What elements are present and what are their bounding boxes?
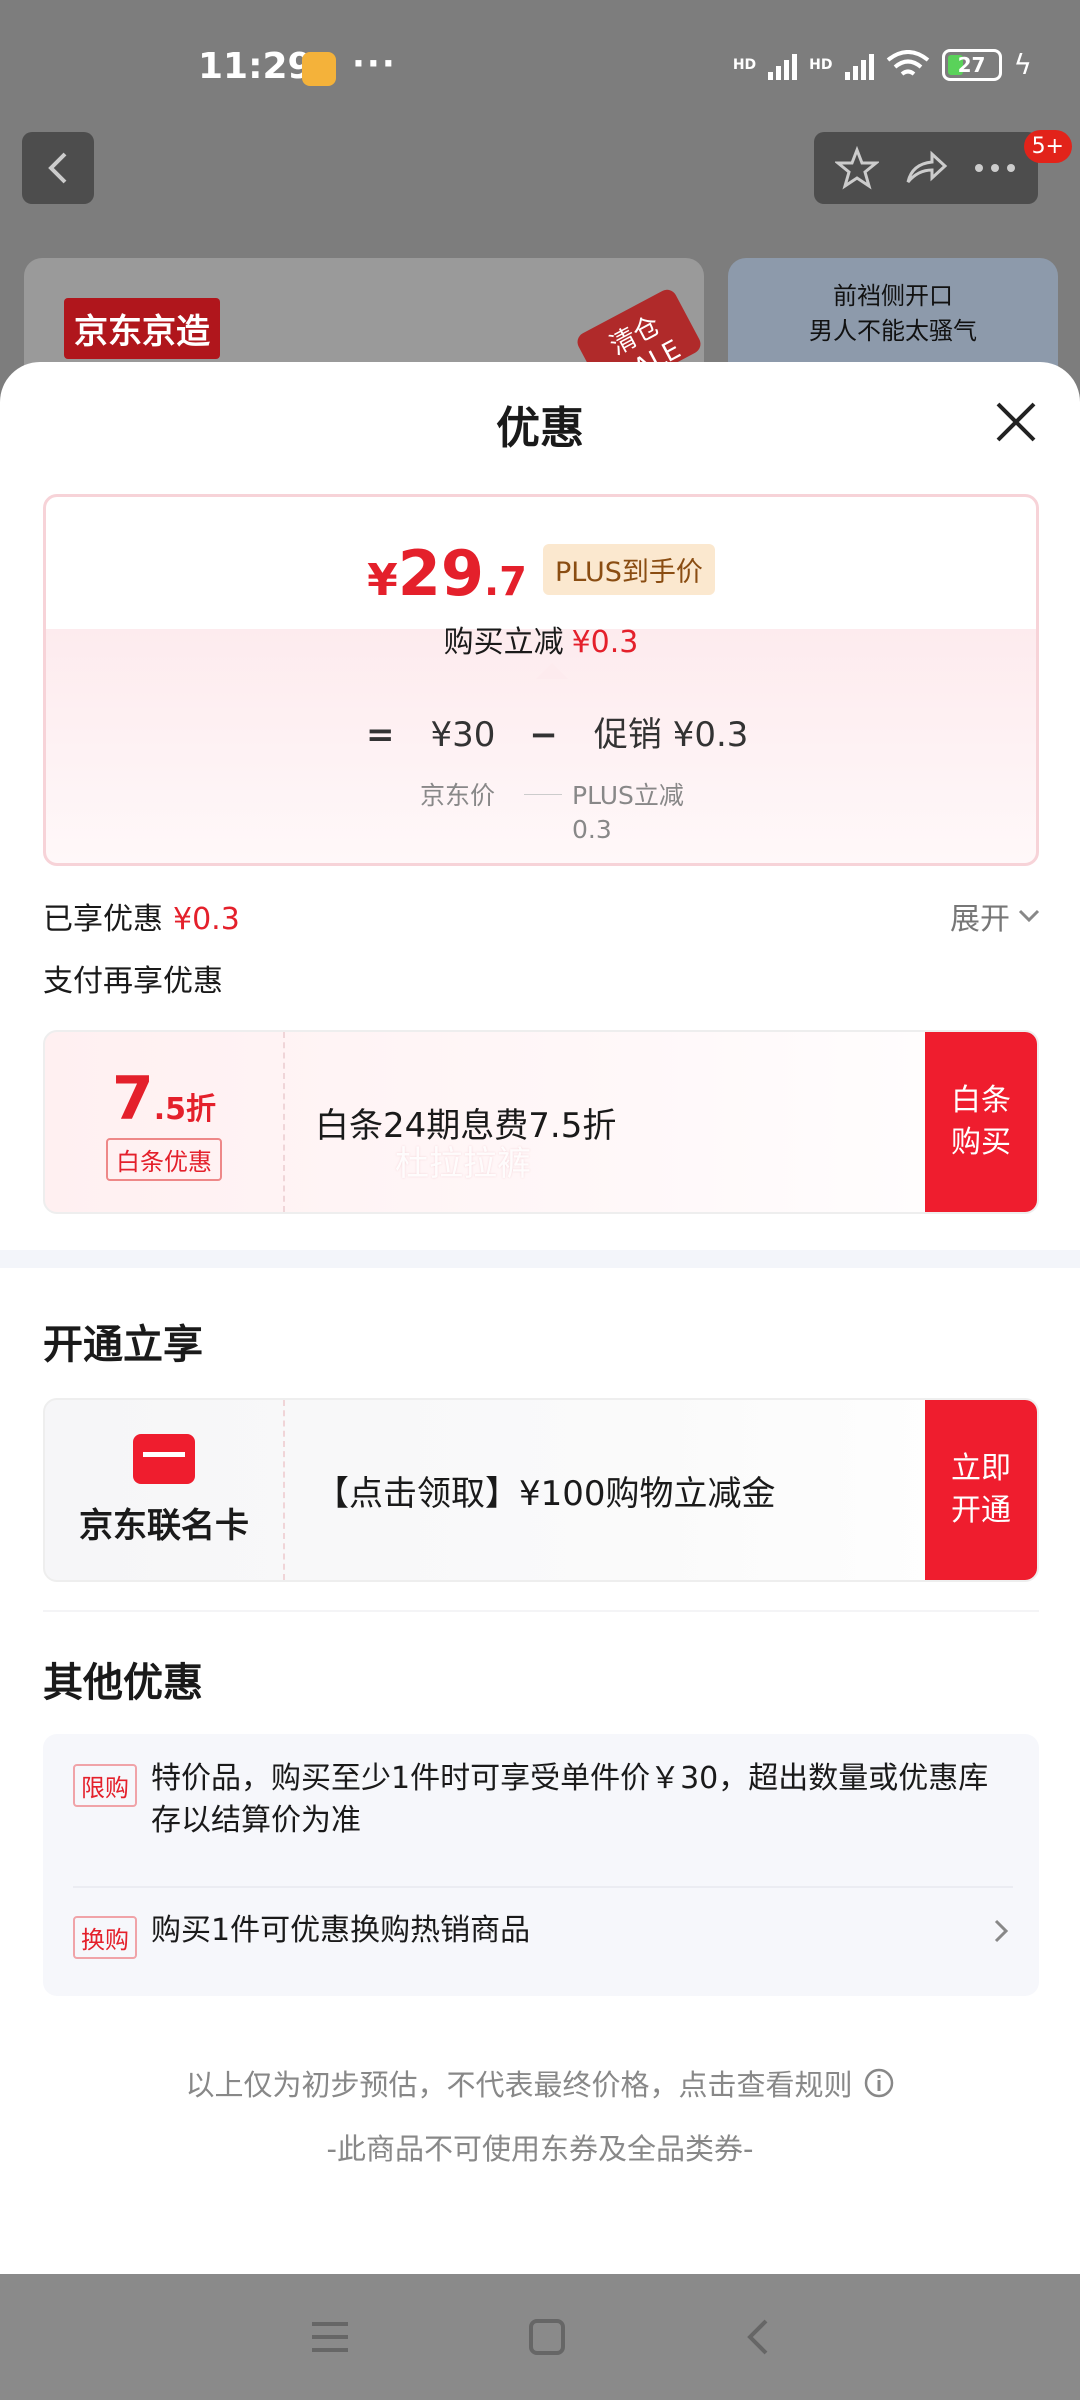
charging-icon: ϟ — [1013, 48, 1032, 81]
price-breakdown-card: ¥29.7 PLUS到手价 购买立减 ¥0.3 = ¥30 − 促销 ¥0.3 京… — [43, 494, 1039, 866]
back-nav-icon[interactable] — [742, 2317, 772, 2357]
side-banner-line2: 男人不能太骚气 — [809, 317, 977, 345]
home-icon[interactable] — [527, 2317, 567, 2357]
rule-separator — [73, 1886, 1013, 1888]
cobrand-card-name: 京东联名卡 — [79, 1505, 249, 1546]
plus-price-tag: PLUS到手价 — [543, 544, 715, 595]
more-icon[interactable] — [973, 162, 1017, 174]
price-formula: = ¥30 − 促销 ¥0.3 — [366, 707, 748, 756]
discount-sheet: 优惠 ¥29.7 PLUS到手价 购买立减 ¥0.3 = ¥30 − 促销 ¥0.… — [0, 362, 1080, 2274]
menu-icon[interactable] — [308, 2319, 352, 2355]
baitiao-discount-value: 7.5折 — [111, 1063, 217, 1134]
expand-button[interactable]: 展开 — [950, 894, 1040, 938]
brand-logo: 京东京造 — [64, 298, 220, 359]
status-time: 11:29 — [198, 46, 313, 87]
message-badge: 5+ — [1023, 130, 1072, 163]
rule-item-exchange[interactable]: 换购 购买1件可优惠换购热销商品 — [73, 1910, 991, 1959]
other-section-title: 其他优惠 — [43, 1660, 203, 1706]
section-divider — [0, 1250, 1080, 1268]
info-icon — [864, 2068, 893, 2098]
baitiao-offer-card[interactable]: 7.5折 白条优惠 白条24期息费7.5折 杜拉拉裤 白条 购买 — [43, 1030, 1039, 1214]
signal-bars-icon-2 — [844, 50, 874, 80]
signal-hd-label: HD — [732, 56, 757, 73]
promo-amount: 促销 ¥0.3 — [593, 715, 749, 755]
baitiao-buy-button[interactable]: 白条 购买 — [925, 1032, 1037, 1212]
more-notifications-icon: ··· — [352, 44, 397, 84]
open-card-button[interactable]: 立即 开通 — [925, 1400, 1037, 1580]
side-banner-line1: 前裆侧开口 — [833, 282, 953, 310]
status-bar: 11:29 ··· HD HD 27 ϟ — [0, 0, 1080, 130]
pay-discount-title: 支付再享优惠 — [43, 964, 223, 999]
final-price-row: ¥29.7 PLUS到手价 — [46, 537, 1036, 610]
promo-caption: PLUS立减 0.3 — [572, 781, 684, 844]
cobrand-description: 【点击领取】¥100购物立减金 — [315, 1473, 776, 1514]
final-price: ¥29.7 — [367, 537, 528, 610]
chevron-down-icon — [1018, 909, 1040, 923]
price-rules-link[interactable]: 以上仅为初步预估，不代表最终价格，点击查看规则 — [0, 2062, 1080, 2104]
watermark: 杜拉拉裤 — [395, 1144, 531, 1184]
background-page: 11:29 ··· HD HD 27 ϟ 5+ 京东京造 清仓 SALE 前裆侧… — [0, 0, 1080, 428]
base-price: ¥30 — [430, 715, 496, 755]
rule-text: 购买1件可优惠换购热销商品 — [151, 1913, 531, 1948]
back-button[interactable] — [22, 132, 94, 204]
instant-discount: 购买立减 ¥0.3 — [443, 625, 639, 660]
wifi-icon — [886, 49, 929, 76]
notification-icon — [302, 52, 336, 86]
base-price-caption: 京东价 — [420, 781, 496, 810]
signal-bars-icon — [768, 50, 798, 80]
favorite-star-icon[interactable] — [834, 146, 879, 190]
pointer-arrow — [536, 663, 568, 679]
top-action-group — [814, 132, 1038, 204]
baitiao-tag: 白条优惠 — [106, 1137, 222, 1181]
status-icons: HD HD 27 ϟ — [733, 48, 1032, 81]
section-divider-line — [43, 1610, 1039, 1612]
caption-connector — [524, 794, 562, 795]
cobrand-card-offer[interactable]: 京东联名卡 【点击领取】¥100购物立减金 立即 开通 — [43, 1398, 1039, 1582]
close-icon[interactable] — [992, 398, 1040, 446]
system-nav-bar — [0, 2274, 1080, 2400]
chevron-right-icon[interactable] — [993, 1918, 1009, 1944]
rule-tag: 限购 — [73, 1764, 137, 1807]
enjoyed-discount: 已享优惠 ¥0.3 — [43, 902, 240, 937]
rule-item-limit: 限购 特价品，购买至少1件时可享受单件价￥30，超出数量或优惠库存以结算价为准 — [73, 1758, 991, 1842]
other-discounts-box: 限购 特价品，购买至少1件时可享受单件价￥30，超出数量或优惠库存以结算价为准 … — [43, 1734, 1039, 1996]
signal-hd-label-2: HD — [809, 56, 833, 73]
open-section-title: 开通立享 — [43, 1322, 203, 1368]
coupon-note: -此商品不可使用东券及全品类券- — [326, 2132, 754, 2166]
rule-text: 特价品，购买至少1件时可享受单件价￥30，超出数量或优惠库存以结算价为准 — [151, 1761, 989, 1838]
battery-icon: 27 — [941, 48, 1002, 81]
credit-card-icon — [133, 1433, 195, 1484]
rule-tag: 换购 — [73, 1916, 137, 1959]
chevron-left-icon — [48, 152, 67, 184]
share-icon[interactable] — [904, 148, 948, 188]
sheet-title: 优惠 — [496, 403, 584, 454]
